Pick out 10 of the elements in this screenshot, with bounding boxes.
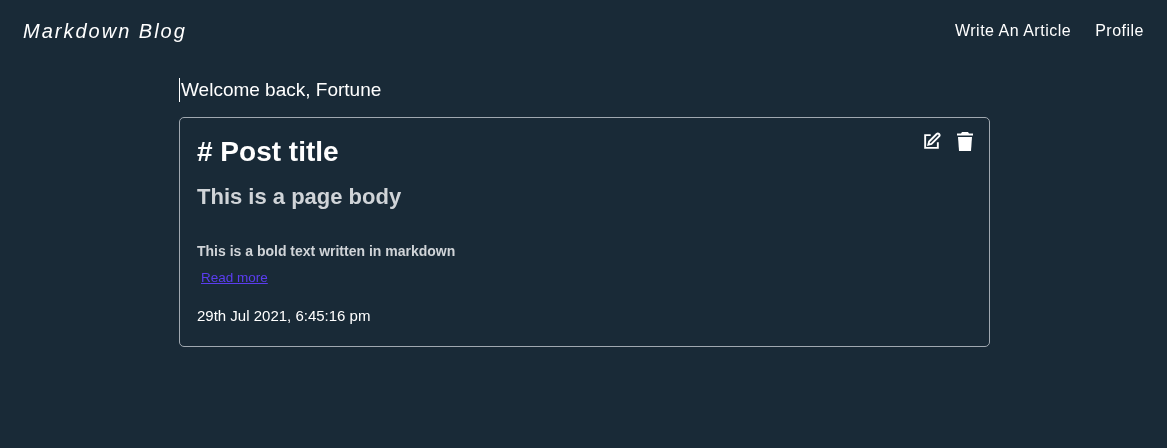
- post-title: # Post title: [197, 135, 339, 169]
- welcome-text: Welcome back, Fortune: [179, 78, 382, 102]
- nav-link[interactable]: Profile: [1095, 19, 1144, 43]
- delete-icon[interactable]: [957, 132, 973, 151]
- edit-icon[interactable]: [922, 132, 941, 151]
- post-date: 29th Jul 2021, 6:45:16 pm: [197, 306, 372, 326]
- site-logo[interactable]: Markdown Blog: [23, 16, 187, 46]
- post-excerpt: This is a bold text written in markdown: [197, 242, 457, 261]
- nav-link[interactable]: Write An Article: [954, 19, 1072, 43]
- post-subtitle: This is a page body: [197, 183, 403, 211]
